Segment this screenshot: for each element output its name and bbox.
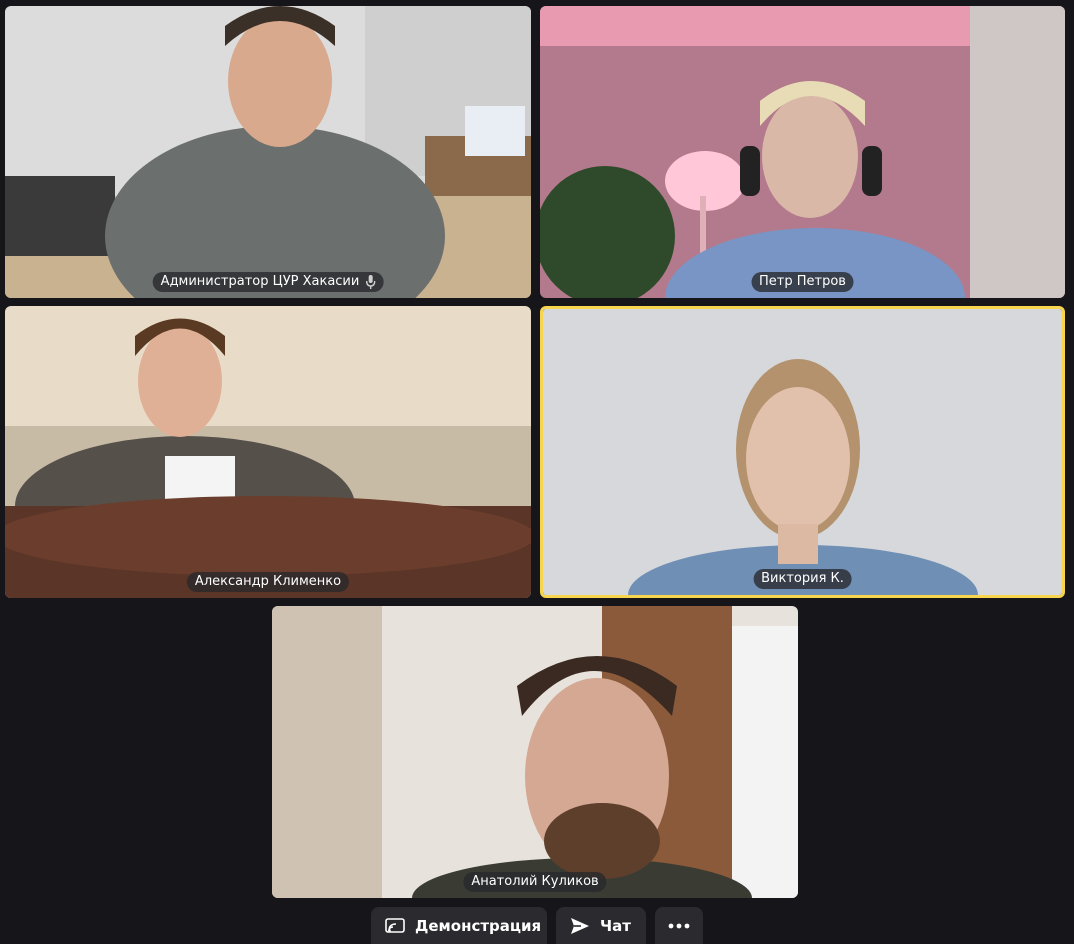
- participant-name: Администратор ЦУР Хакасии: [160, 274, 360, 289]
- video-tile-admin[interactable]: Администратор ЦУР Хакасии: [5, 6, 531, 298]
- video-feed: [5, 6, 531, 298]
- screen-share-button[interactable]: Демонстрация: [371, 907, 547, 944]
- chat-label: Чат: [600, 916, 631, 935]
- screen-share-icon: [385, 917, 405, 934]
- participant-name-tag: Петр Петров: [751, 272, 854, 292]
- participant-name-tag: Анатолий Куликов: [463, 872, 607, 892]
- video-tile-petr[interactable]: Петр Петров: [540, 6, 1065, 298]
- video-feed: [5, 306, 531, 598]
- video-feed: [540, 6, 1065, 298]
- more-dots-icon: [668, 923, 690, 929]
- microphone-icon: [365, 275, 376, 289]
- participant-name: Виктория К.: [761, 571, 844, 586]
- participant-name: Анатолий Куликов: [471, 874, 599, 889]
- send-icon: [570, 917, 590, 935]
- video-tile-anatoliy[interactable]: Анатолий Куликов: [272, 606, 798, 898]
- video-call-stage: Администратор ЦУР Хакасии Петр Петров Ал…: [0, 0, 1074, 944]
- call-toolbar: Демонстрация Чат: [0, 907, 1074, 944]
- more-options-button[interactable]: [655, 907, 703, 944]
- video-feed: [272, 606, 798, 898]
- participant-name: Петр Петров: [759, 274, 846, 289]
- video-tile-aleksandr[interactable]: Александр Клименко: [5, 306, 531, 598]
- chat-button[interactable]: Чат: [556, 907, 646, 944]
- participant-name-tag: Александр Клименко: [186, 572, 350, 592]
- participant-name-tag: Администратор ЦУР Хакасии: [152, 272, 384, 292]
- participant-name-tag: Виктория К.: [753, 569, 852, 589]
- participant-name: Александр Клименко: [194, 574, 342, 589]
- video-tile-viktoria[interactable]: Виктория К.: [540, 306, 1065, 598]
- screen-share-label: Демонстрация: [415, 916, 542, 935]
- video-feed: [543, 309, 1062, 595]
